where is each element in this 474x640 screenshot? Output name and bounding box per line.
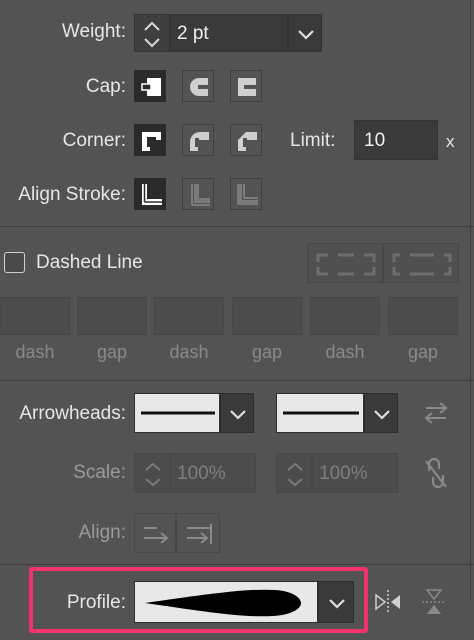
arrow-tip-extend-button[interactable]: [134, 513, 176, 553]
gap-2-label: gap: [251, 342, 283, 362]
dash-2-label: dash: [169, 342, 209, 362]
round-join-icon: [190, 132, 209, 151]
flip-along-button[interactable]: [372, 586, 404, 618]
end-arrowhead-select[interactable]: [276, 393, 364, 433]
arrowheads-label: Arrowheads:: [19, 403, 126, 424]
dash-3-label: dash: [325, 342, 365, 362]
dash-corners-button[interactable]: [307, 243, 383, 283]
flip-across-button[interactable]: [418, 586, 450, 618]
stepper-icon: [145, 462, 161, 487]
start-scale-value: 100%: [177, 463, 226, 484]
gap-3-label: gap: [407, 342, 439, 362]
stepper-icon: [287, 462, 303, 487]
dash-adjust-icon: [392, 253, 452, 276]
dashed-line-label: Dashed Line: [36, 252, 143, 273]
gap-1-input[interactable]: [77, 297, 147, 335]
cap-label: Cap:: [85, 76, 126, 97]
miter-limit-input[interactable]: 10: [354, 120, 438, 160]
dash-corners-icon: [316, 253, 376, 276]
section-divider: [0, 380, 474, 381]
arrow-tip-place-icon: [187, 524, 212, 544]
align-outside-button[interactable]: [230, 178, 262, 210]
arrowhead-none-preview: [283, 411, 359, 415]
start-scale-stepper[interactable]: [134, 453, 170, 493]
flip-horizontal-icon: [375, 590, 400, 614]
round-cap-button[interactable]: [182, 70, 214, 102]
dash-2-input[interactable]: [154, 297, 224, 335]
weight-dropdown-button[interactable]: [288, 14, 322, 52]
end-scale-value: 100%: [319, 463, 368, 484]
arrow-align-label: Align:: [78, 522, 126, 543]
flip-vertical-icon: [422, 589, 446, 614]
start-scale-input[interactable]: 100%: [170, 453, 256, 493]
align-inside-button[interactable]: [182, 178, 214, 210]
miter-join-icon: [142, 132, 161, 151]
width-profile-preview: [145, 589, 301, 617]
profile-dropdown-button[interactable]: [318, 581, 354, 623]
weight-value: 2 pt: [177, 23, 209, 44]
end-scale-input[interactable]: 100%: [312, 453, 398, 493]
chevron-down-icon: [374, 410, 390, 420]
swap-arrows-icon: [424, 402, 448, 424]
section-divider: [0, 226, 474, 227]
end-arrowhead-dropdown-button[interactable]: [364, 393, 398, 433]
scale-label: Scale:: [73, 462, 126, 483]
limit-label: Limit:: [290, 130, 336, 151]
limit-value: 10: [364, 130, 386, 151]
link-scale-icon: [425, 457, 447, 489]
dash-3-input[interactable]: [310, 297, 380, 335]
align-center-icon: [142, 184, 162, 205]
align-center-button[interactable]: [134, 178, 166, 210]
start-arrowhead-dropdown-button[interactable]: [220, 393, 254, 433]
section-divider: [0, 564, 474, 565]
weight-stepper[interactable]: [134, 14, 170, 52]
align-inside-icon: [191, 184, 210, 206]
chevron-down-icon: [329, 599, 345, 609]
gap-2-input[interactable]: [232, 297, 302, 335]
arrow-tip-place-button[interactable]: [176, 513, 220, 553]
end-scale-stepper[interactable]: [276, 453, 312, 493]
bevel-join-button[interactable]: [230, 124, 262, 156]
gap-3-input[interactable]: [388, 297, 458, 335]
dashed-line-checkbox[interactable]: [4, 252, 25, 273]
stepper-icon: [144, 21, 160, 48]
miter-join-button[interactable]: [134, 124, 166, 156]
link-scale-button[interactable]: [420, 455, 452, 491]
butt-cap-button[interactable]: [134, 70, 166, 102]
projecting-cap-button[interactable]: [230, 70, 262, 102]
arrowhead-none-preview: [141, 411, 215, 415]
width-profile-select[interactable]: [134, 581, 318, 623]
butt-cap-icon: [141, 78, 161, 96]
dash-1-label: dash: [15, 342, 55, 362]
align-stroke-label: Align Stroke:: [18, 184, 126, 205]
chevron-down-icon: [230, 410, 246, 420]
round-cap-icon: [190, 78, 208, 96]
dash-adjust-button[interactable]: [383, 243, 459, 283]
align-outside-icon: [237, 184, 258, 205]
weight-input[interactable]: 2 pt: [170, 14, 288, 52]
projecting-cap-icon: [238, 78, 256, 96]
limit-suffix: x: [446, 132, 455, 151]
chevron-down-icon: [298, 30, 314, 40]
corner-label: Corner:: [62, 130, 126, 151]
dash-1-input[interactable]: [0, 297, 70, 335]
gap-1-label: gap: [96, 342, 128, 362]
arrow-tip-extend-icon: [144, 527, 169, 544]
weight-label: Weight:: [61, 21, 126, 42]
bevel-join-icon: [238, 132, 257, 151]
profile-label: Profile:: [66, 592, 126, 613]
swap-arrowheads-button[interactable]: [420, 396, 452, 430]
start-arrowhead-select[interactable]: [134, 393, 220, 433]
round-join-button[interactable]: [182, 124, 214, 156]
panel-edge: [470, 0, 471, 600]
